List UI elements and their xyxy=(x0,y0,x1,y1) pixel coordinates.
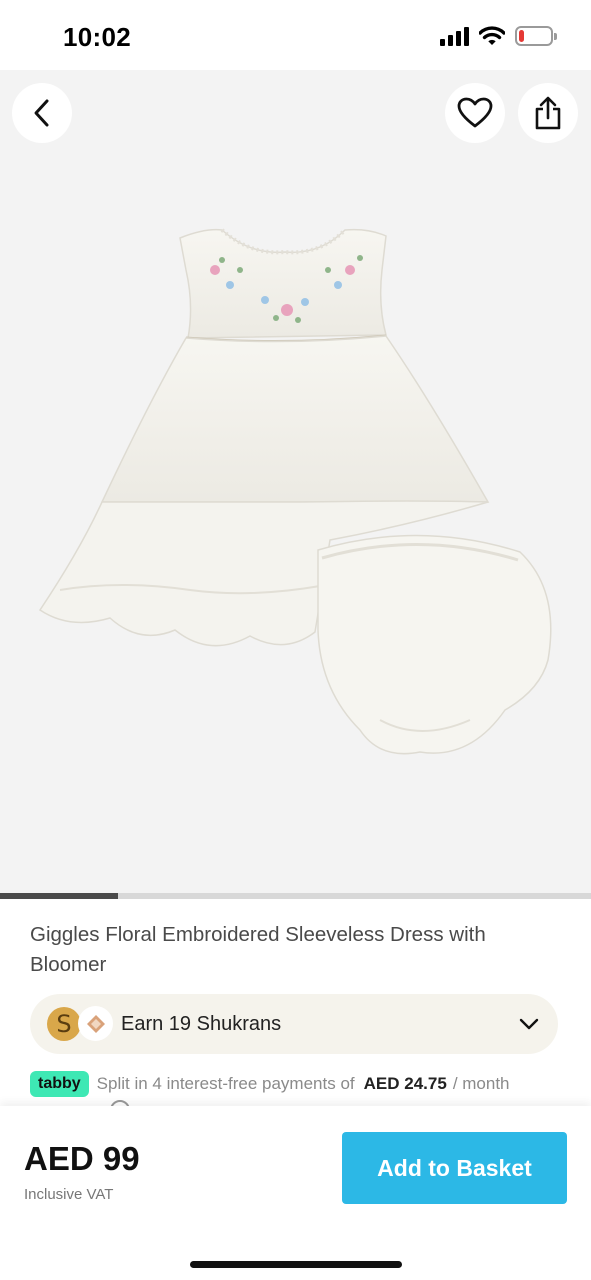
chevron-down-icon[interactable] xyxy=(518,1014,540,1034)
share-icon xyxy=(535,96,561,130)
battery-icon xyxy=(515,26,557,46)
home-indicator[interactable] xyxy=(190,1261,402,1268)
vat-note: Inclusive VAT xyxy=(24,1186,114,1203)
back-button[interactable] xyxy=(12,83,72,143)
tabby-suffix: / month xyxy=(452,1074,510,1093)
shukran-coin-letter: S xyxy=(56,1010,72,1038)
wifi-icon xyxy=(479,26,505,45)
shukran-label: Earn 19 Shukrans xyxy=(121,1013,282,1035)
tabby-text: Split in 4 interest-free payments of xyxy=(96,1074,355,1093)
tabby-amount: AED 24.75 xyxy=(363,1074,447,1093)
product-title: Giggles Floral Embroidered Sleeveless Dr… xyxy=(30,923,486,976)
image-carousel-progress xyxy=(0,893,591,899)
share-button[interactable] xyxy=(518,83,578,143)
bottom-purchase-bar: AED 99 Inclusive VAT Add to Basket xyxy=(0,1106,591,1280)
heart-icon xyxy=(457,97,493,128)
product-image xyxy=(38,228,552,755)
status-bar: 10:02 xyxy=(0,0,591,70)
favorite-button[interactable] xyxy=(445,83,505,143)
product-price: AED 99 xyxy=(24,1140,140,1177)
signal-icon xyxy=(440,26,469,46)
tabby-installments[interactable]: tabby Split in 4 interest-free payments … xyxy=(30,1069,575,1099)
add-to-basket-button[interactable]: Add to Basket xyxy=(342,1132,567,1204)
image-carousel-progress-fill xyxy=(0,893,119,899)
chevron-left-icon xyxy=(34,99,49,127)
shukran-banner[interactable]: S Earn 19 Shukrans xyxy=(30,994,558,1054)
shukran-diamond-icon xyxy=(78,1006,113,1041)
status-time: 10:02 xyxy=(63,22,131,52)
battery-level xyxy=(519,30,524,42)
shukran-coin-icon: S xyxy=(47,1007,81,1041)
tabby-logo: tabby xyxy=(30,1071,89,1097)
product-gallery[interactable] xyxy=(0,70,591,894)
status-icons xyxy=(440,26,557,46)
